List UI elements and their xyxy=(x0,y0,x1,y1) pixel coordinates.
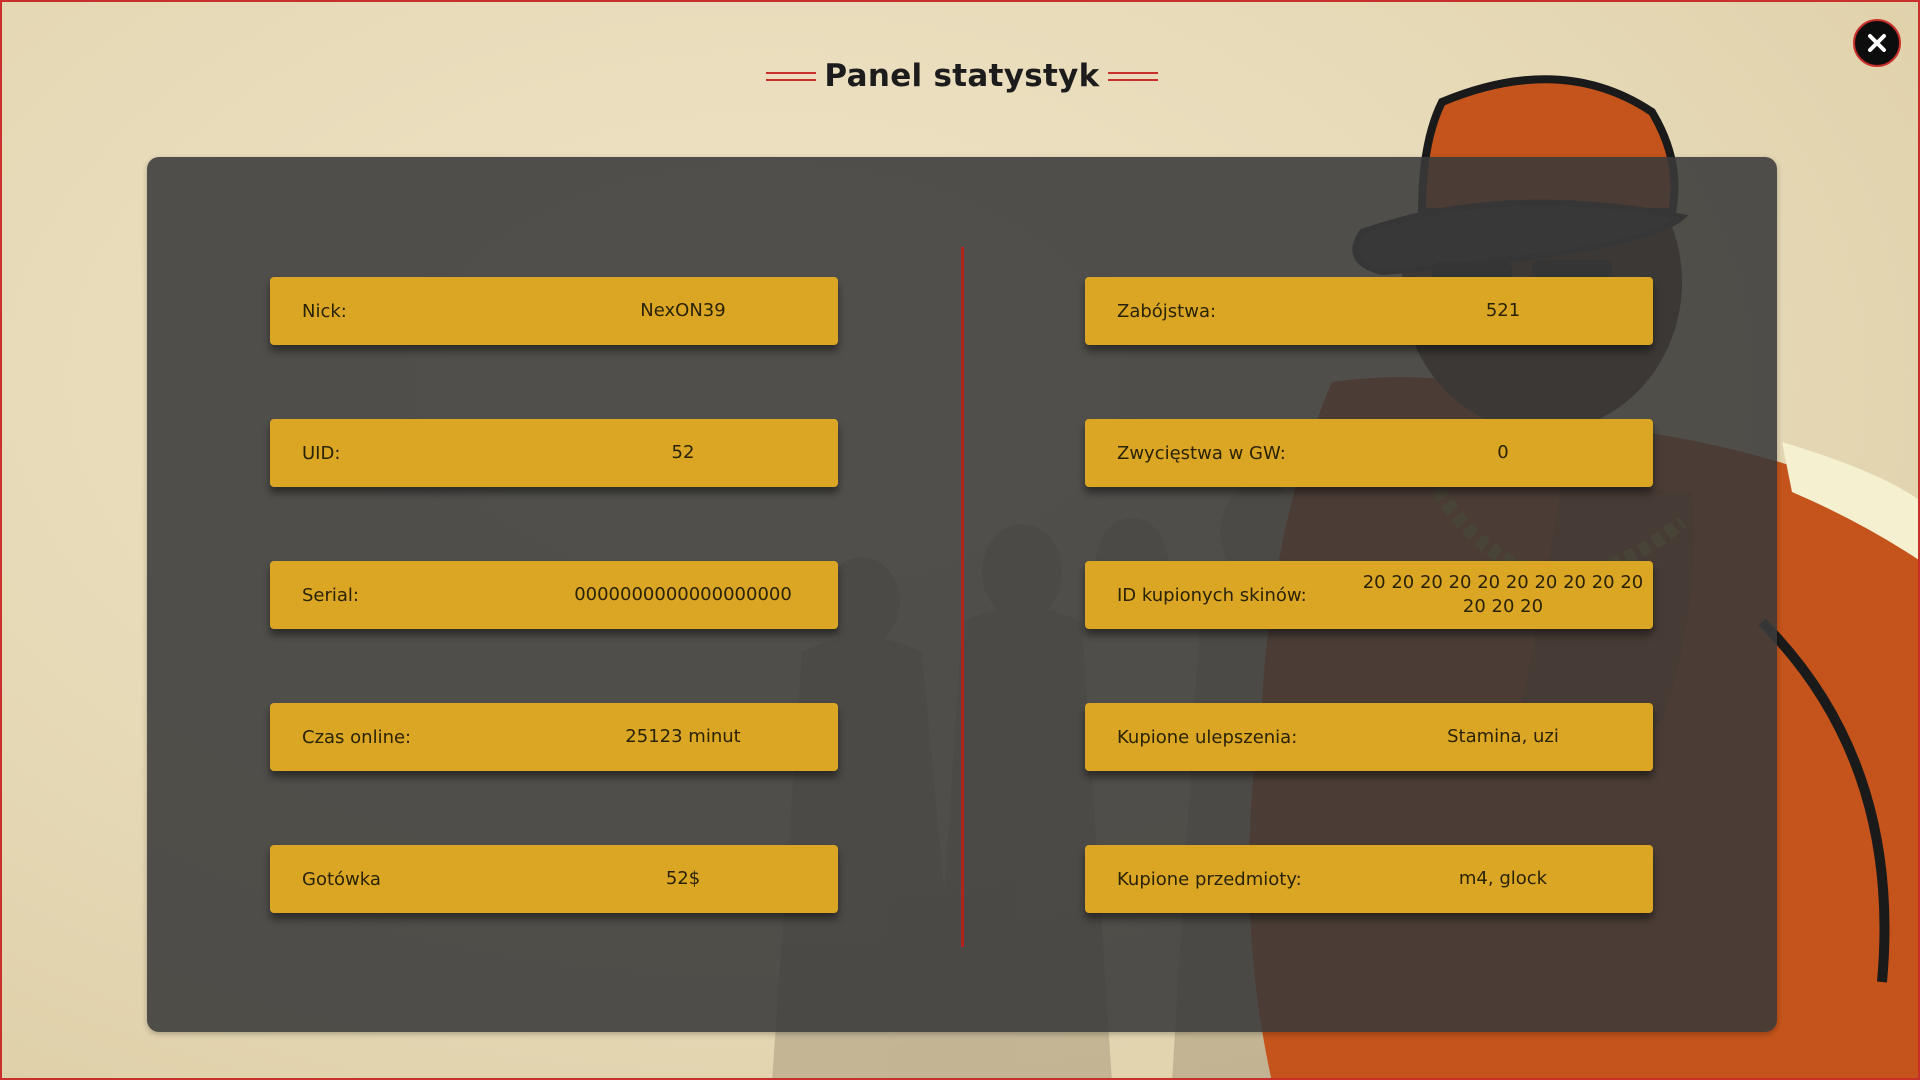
stat-value: m4, glock xyxy=(1458,868,1548,889)
title-decoration-left xyxy=(766,71,817,81)
stat-label: Kupione ulepszenia: xyxy=(1117,726,1298,748)
stat-value: NexON39 xyxy=(640,300,726,321)
close-icon xyxy=(1868,34,1886,52)
stat-card-online-time: Czas online: 25123 minut xyxy=(270,703,838,771)
stat-card-kills: Zabójstwa: 521 xyxy=(1085,277,1653,345)
stat-label: Gotówka xyxy=(302,868,381,890)
right-stats-column: Zabójstwa: 521 Zwycięstwa w GW: 0 ID kup… xyxy=(1085,277,1653,987)
stat-card-skin-ids: ID kupionych skinów: 20 20 20 20 20 20 2… xyxy=(1085,561,1653,629)
stats-panel: Nick: NexON39 UID: 52 Serial: 0000000000… xyxy=(147,157,1777,1032)
title-bar: Panel statystyk xyxy=(2,58,1918,94)
stat-card-nick: Nick: NexON39 xyxy=(270,277,838,345)
stat-value: 0000000000000000000 xyxy=(574,584,792,605)
stat-label: Zwycięstwa w GW: xyxy=(1117,442,1286,464)
stats-screen: Panel statystyk Nick: NexON39 UID: 52 Se… xyxy=(0,0,1920,1080)
stat-value: Stamina, uzi xyxy=(1447,726,1559,747)
stat-card-items: Kupione przedmioty: m4, glock xyxy=(1085,845,1653,913)
stat-label: Serial: xyxy=(302,584,359,606)
stat-card-upgrades: Kupione ulepszenia: Stamina, uzi xyxy=(1085,703,1653,771)
stat-value: 52$ xyxy=(665,868,701,889)
stat-label: UID: xyxy=(302,442,341,464)
stat-card-serial: Serial: 0000000000000000000 xyxy=(270,561,838,629)
stat-value: 521 xyxy=(1485,300,1521,321)
column-divider xyxy=(961,247,964,947)
stat-label: Czas online: xyxy=(302,726,412,748)
stat-label: Zabójstwa: xyxy=(1117,300,1217,322)
stat-label: Kupione przedmioty: xyxy=(1117,868,1302,890)
stat-label: ID kupionych skinów: xyxy=(1117,584,1307,606)
stat-label: Nick: xyxy=(302,300,347,322)
stat-card-gw-wins: Zwycięstwa w GW: 0 xyxy=(1085,419,1653,487)
stat-value: 52 xyxy=(671,442,695,463)
stat-value: 25123 minut xyxy=(625,726,741,747)
stat-value: 0 xyxy=(1497,442,1509,463)
stat-card-uid: UID: 52 xyxy=(270,419,838,487)
stat-card-cash: Gotówka 52$ xyxy=(270,845,838,913)
close-button[interactable] xyxy=(1853,19,1901,67)
left-stats-column: Nick: NexON39 UID: 52 Serial: 0000000000… xyxy=(270,277,838,987)
page-title: Panel statystyk xyxy=(824,58,1100,94)
stat-value: 20 20 20 20 20 20 20 20 20 20 20 20 20 xyxy=(1362,572,1644,617)
title-decoration-right xyxy=(1107,71,1158,81)
